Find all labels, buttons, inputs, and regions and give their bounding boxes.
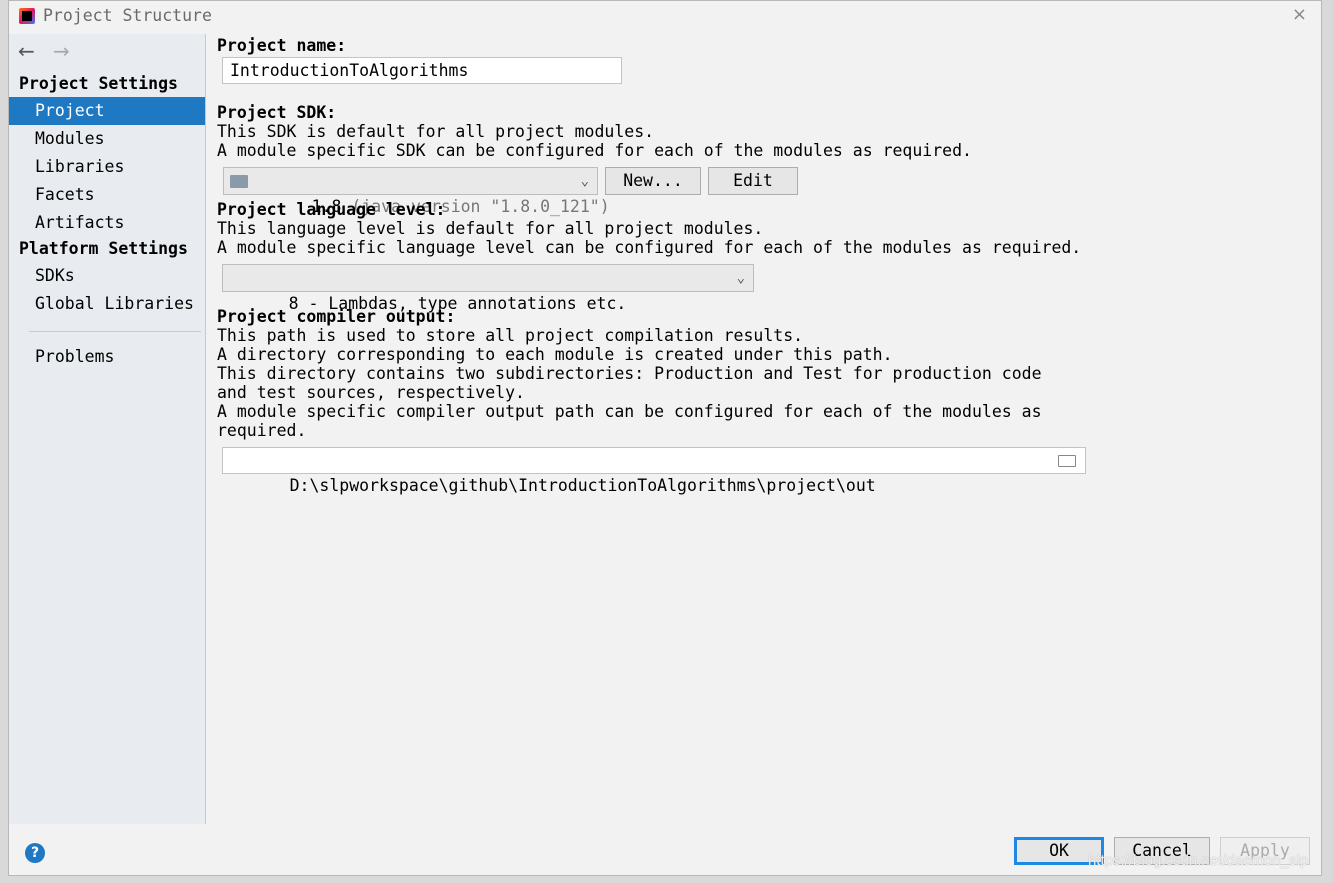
platform-settings-heading: Platform Settings (19, 239, 188, 258)
compiler-output-description: This path is used to store all project c… (217, 326, 1042, 440)
language-level-dropdown[interactable]: 8 - Lambdas, type annotations etc. ⌄ (222, 264, 754, 313)
browse-folder-icon[interactable] (1058, 455, 1076, 467)
chevron-down-icon: ⌄ (736, 270, 745, 286)
chevron-down-icon: ⌄ (580, 173, 589, 189)
sidebar-item-project[interactable]: Project (9, 97, 205, 125)
project-sdk-label: Project SDK: (217, 103, 337, 122)
sidebar-item-libraries[interactable]: Libraries (9, 153, 205, 181)
sidebar-item-problems[interactable]: Problems (9, 343, 205, 371)
intellij-logo-icon (19, 8, 35, 24)
sdk-folder-icon (230, 175, 248, 188)
watermark: https://blog.csdn.net/daemon_slp (1088, 852, 1309, 869)
compiler-output-label: Project compiler output: (217, 307, 456, 326)
forward-arrow-icon[interactable]: → (53, 39, 70, 63)
sidebar-item-sdks[interactable]: SDKs (9, 262, 205, 290)
project-name-input[interactable]: IntroductionToAlgorithms (222, 57, 622, 84)
back-arrow-icon[interactable]: ← (18, 39, 35, 63)
sidebar-item-modules[interactable]: Modules (9, 125, 205, 153)
sidebar: ← → Project Settings Project Modules Lib… (9, 34, 206, 824)
sdk-description-2: A module specific SDK can be configured … (217, 141, 972, 160)
new-sdk-button[interactable]: New... (605, 167, 701, 195)
language-description-1: This language level is default for all p… (217, 219, 764, 238)
compiler-output-path: D:\slpworkspace\github\IntroductionToAlg… (289, 476, 876, 495)
sdk-description-1: This SDK is default for all project modu… (217, 122, 655, 141)
project-structure-dialog: Project Structure × ← → Project Settings… (8, 0, 1322, 876)
sidebar-item-facets[interactable]: Facets (9, 181, 205, 209)
compiler-output-path-input[interactable]: D:\slpworkspace\github\IntroductionToAlg… (222, 447, 1086, 495)
language-description-2: A module specific language level can be … (217, 238, 1082, 257)
title-bar: Project Structure × (9, 1, 1321, 32)
sidebar-item-global-libraries[interactable]: Global Libraries (9, 290, 205, 318)
language-level-label: Project language level: (217, 200, 446, 219)
sidebar-divider (29, 331, 201, 332)
project-name-label: Project name: (217, 36, 347, 55)
edit-sdk-button[interactable]: Edit (708, 167, 798, 195)
project-settings-heading: Project Settings (19, 74, 178, 93)
sdk-dropdown[interactable]: 1.8 (java version "1.8.0_121") ⌄ (223, 167, 610, 216)
window-title: Project Structure (43, 6, 212, 25)
sidebar-item-artifacts[interactable]: Artifacts (9, 209, 205, 237)
close-icon[interactable]: × (1292, 4, 1307, 25)
help-icon[interactable]: ? (25, 843, 45, 863)
